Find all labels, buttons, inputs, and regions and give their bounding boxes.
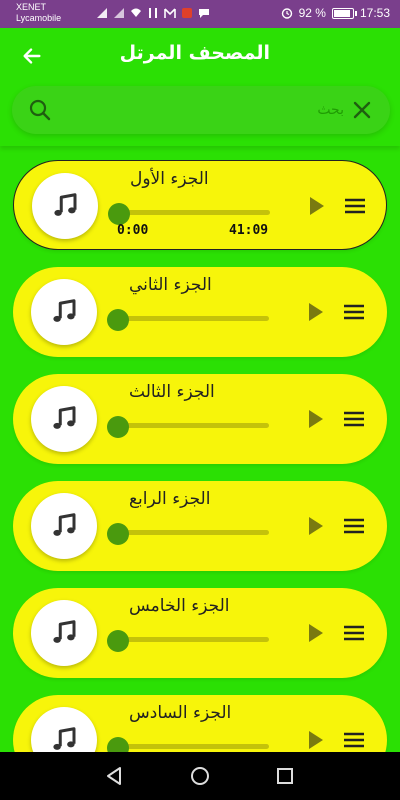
- track-card[interactable]: الجزء الثالث: [13, 374, 387, 464]
- carrier-line1: XENET: [16, 2, 47, 12]
- play-icon: [309, 731, 323, 749]
- track-name: الجزء الثالث: [129, 382, 215, 402]
- track-name: الجزء الثاني: [129, 275, 212, 295]
- play-icon: [309, 624, 323, 642]
- track-progress-slider[interactable]: [107, 309, 269, 331]
- search-bar[interactable]: [12, 86, 390, 134]
- track-name: الجزء السادس: [129, 703, 232, 723]
- slider-thumb[interactable]: [107, 737, 129, 752]
- slider-thumb[interactable]: [107, 630, 129, 652]
- slider-rail: [117, 637, 269, 642]
- slider-thumb[interactable]: [107, 523, 129, 545]
- wifi-icon: [131, 8, 141, 17]
- close-icon[interactable]: [350, 98, 374, 122]
- signal2-icon: [114, 8, 124, 18]
- menu-icon: [344, 518, 364, 534]
- track-progress-slider[interactable]: [108, 203, 270, 225]
- status-bar: XENET Lycamobile 92 % 17:53: [0, 0, 400, 28]
- menu-icon: [344, 625, 364, 641]
- track-name: الجزء الخامس: [129, 596, 230, 616]
- notification-icons: [96, 7, 210, 19]
- slider-thumb[interactable]: [108, 203, 130, 225]
- back-button[interactable]: [18, 42, 46, 70]
- play-icon: [309, 303, 323, 321]
- nav-back-icon[interactable]: [102, 764, 126, 788]
- battery-percent: 92 %: [298, 6, 326, 20]
- nav-recents-icon[interactable]: [273, 764, 297, 788]
- play-button[interactable]: [303, 407, 327, 431]
- track-disc: [31, 600, 97, 666]
- menu-icon: [344, 304, 364, 320]
- music-note-icon: [53, 727, 76, 750]
- search-input[interactable]: [64, 98, 344, 122]
- track-progress-slider[interactable]: [107, 416, 269, 438]
- track-disc: [32, 173, 98, 239]
- signal-icon: [97, 8, 107, 18]
- status-right: 92 % 17:53: [281, 6, 390, 20]
- menu-button[interactable]: [342, 194, 368, 218]
- play-icon: [309, 517, 323, 535]
- carrier-label: XENET Lycamobile: [16, 2, 61, 24]
- alarm-icon: [281, 8, 292, 19]
- play-button[interactable]: [303, 300, 327, 324]
- music-note-icon: [53, 299, 76, 322]
- nav-home-icon[interactable]: [188, 764, 212, 788]
- music-note-icon: [53, 513, 76, 536]
- track-card[interactable]: الجزء الخامس: [13, 588, 387, 678]
- track-name: الجزء الرابع: [129, 489, 211, 509]
- chat-icon: [199, 9, 209, 18]
- menu-icon: [344, 411, 364, 427]
- slider-rail: [117, 744, 269, 749]
- track-disc: [31, 279, 97, 345]
- slider-thumb[interactable]: [107, 416, 129, 438]
- track-progress-slider[interactable]: [107, 630, 269, 652]
- track-card[interactable]: الجزء الأول 0:00 41:09: [13, 160, 387, 250]
- gmail-icon: [164, 8, 176, 18]
- battery-icon: [331, 7, 357, 19]
- track-progress-slider[interactable]: [107, 523, 269, 545]
- slider-rail: [118, 210, 270, 215]
- menu-icon: [345, 198, 365, 214]
- track-card[interactable]: الجزء السادس: [13, 695, 387, 752]
- menu-button[interactable]: [341, 728, 367, 752]
- track-card[interactable]: الجزء الرابع: [13, 481, 387, 571]
- play-icon: [309, 410, 323, 428]
- menu-button[interactable]: [341, 514, 367, 538]
- carrier-line2: Lycamobile: [16, 13, 62, 23]
- app-icon: [182, 8, 192, 18]
- search-icon[interactable]: [28, 98, 52, 122]
- play-button[interactable]: [303, 514, 327, 538]
- track-name: الجزء الأول: [130, 169, 209, 189]
- menu-icon: [344, 732, 364, 748]
- slider-thumb[interactable]: [107, 309, 129, 331]
- slider-rail: [117, 530, 269, 535]
- slider-rail: [117, 316, 269, 321]
- play-button[interactable]: [303, 621, 327, 645]
- music-note-icon: [53, 620, 76, 643]
- track-progress-slider[interactable]: [107, 737, 269, 752]
- clock: 17:53: [359, 6, 390, 20]
- track-position: 0:00: [117, 223, 149, 238]
- track-card[interactable]: الجزء الثاني: [13, 267, 387, 357]
- menu-button[interactable]: [341, 407, 367, 431]
- page-title: المصحف المرتل: [119, 42, 270, 64]
- track-duration: 41:09: [229, 223, 269, 238]
- data-icon: [149, 8, 157, 18]
- arrow-left-icon: [23, 48, 41, 64]
- track-disc: [31, 386, 97, 452]
- track-disc: [31, 493, 97, 559]
- track-list: الجزء الأول 0:00 41:09 الجزء الثاني الجزء ال…: [0, 160, 400, 752]
- slider-rail: [117, 423, 269, 428]
- play-button[interactable]: [303, 728, 327, 752]
- app-bar: المصحف المرتل: [0, 28, 400, 146]
- play-icon: [310, 197, 324, 215]
- music-note-icon: [53, 406, 76, 429]
- navigation-bar: [0, 752, 400, 800]
- menu-button[interactable]: [341, 621, 367, 645]
- track-disc: [31, 707, 97, 752]
- play-button[interactable]: [304, 194, 328, 218]
- menu-button[interactable]: [341, 300, 367, 324]
- music-note-icon: [54, 193, 77, 216]
